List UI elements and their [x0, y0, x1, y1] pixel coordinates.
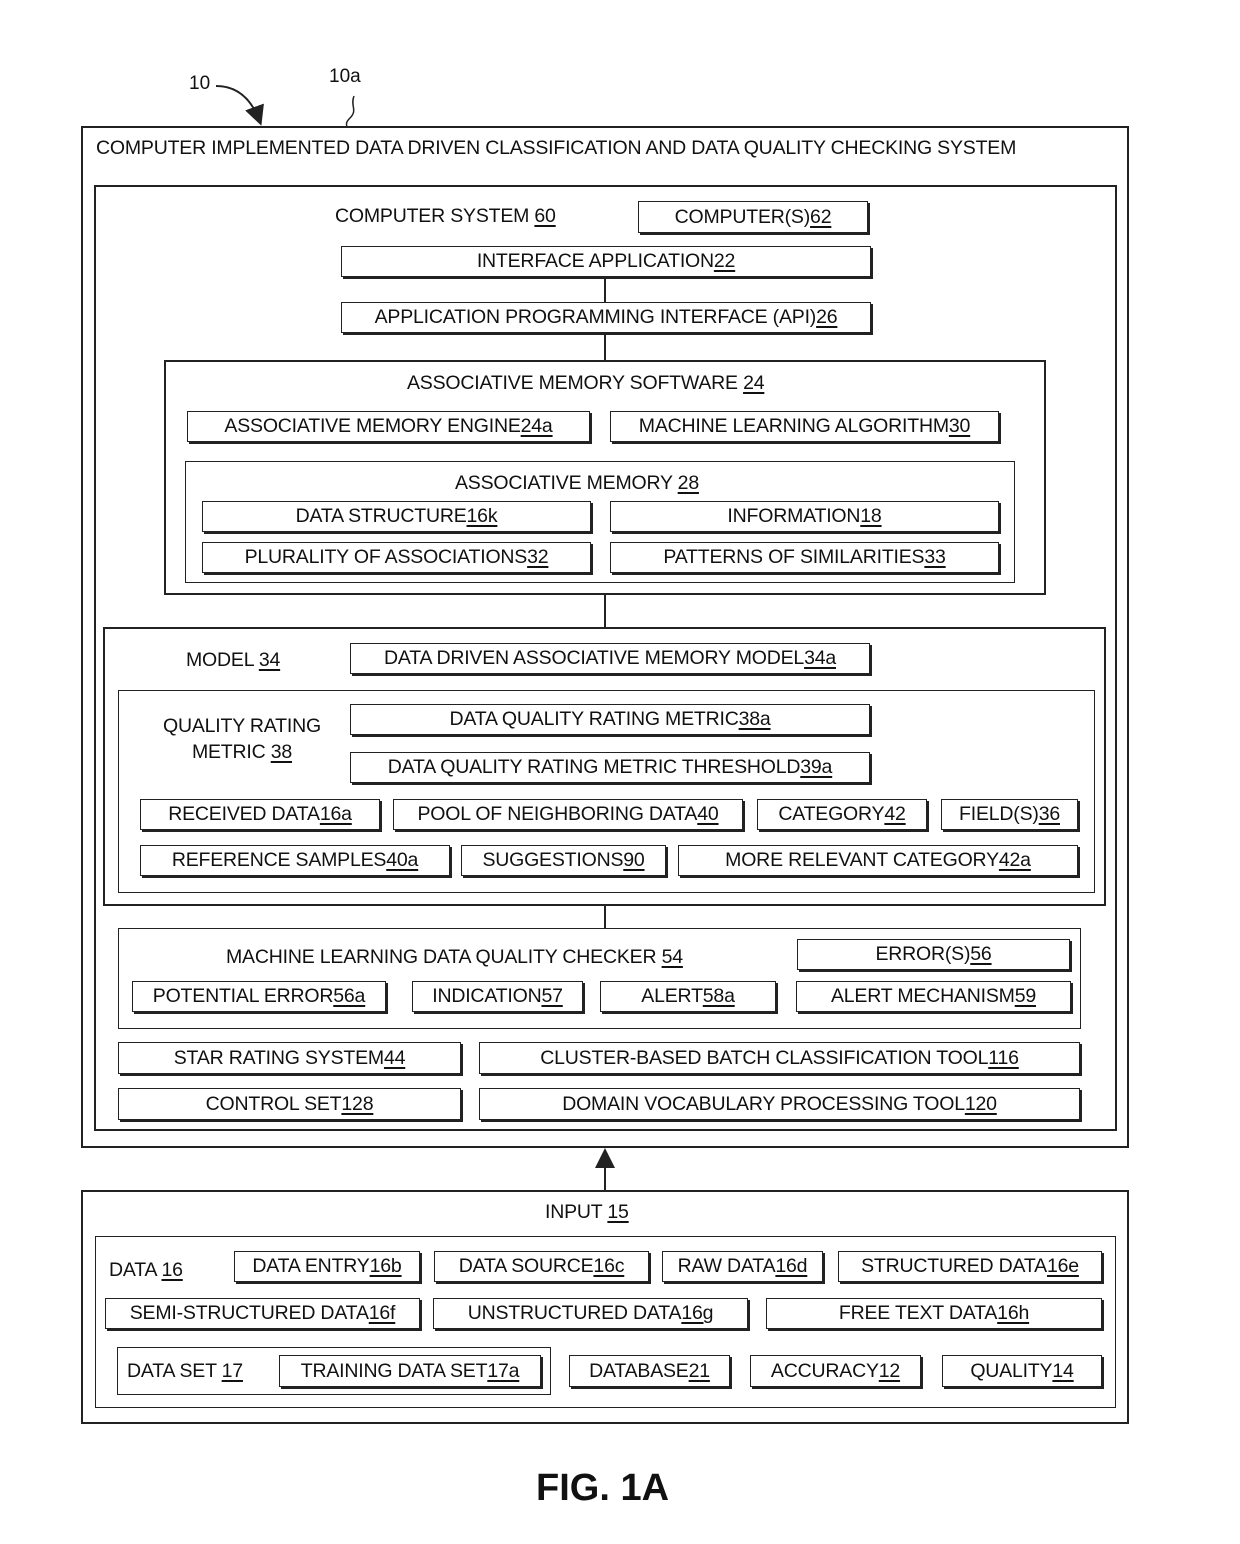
system-ref-leader-arrow — [215, 85, 264, 126]
figure-caption: FIG. 1A — [536, 1467, 670, 1509]
frame-ref-leader-line — [345, 95, 355, 128]
connectors-overlay — [215, 85, 615, 1190]
